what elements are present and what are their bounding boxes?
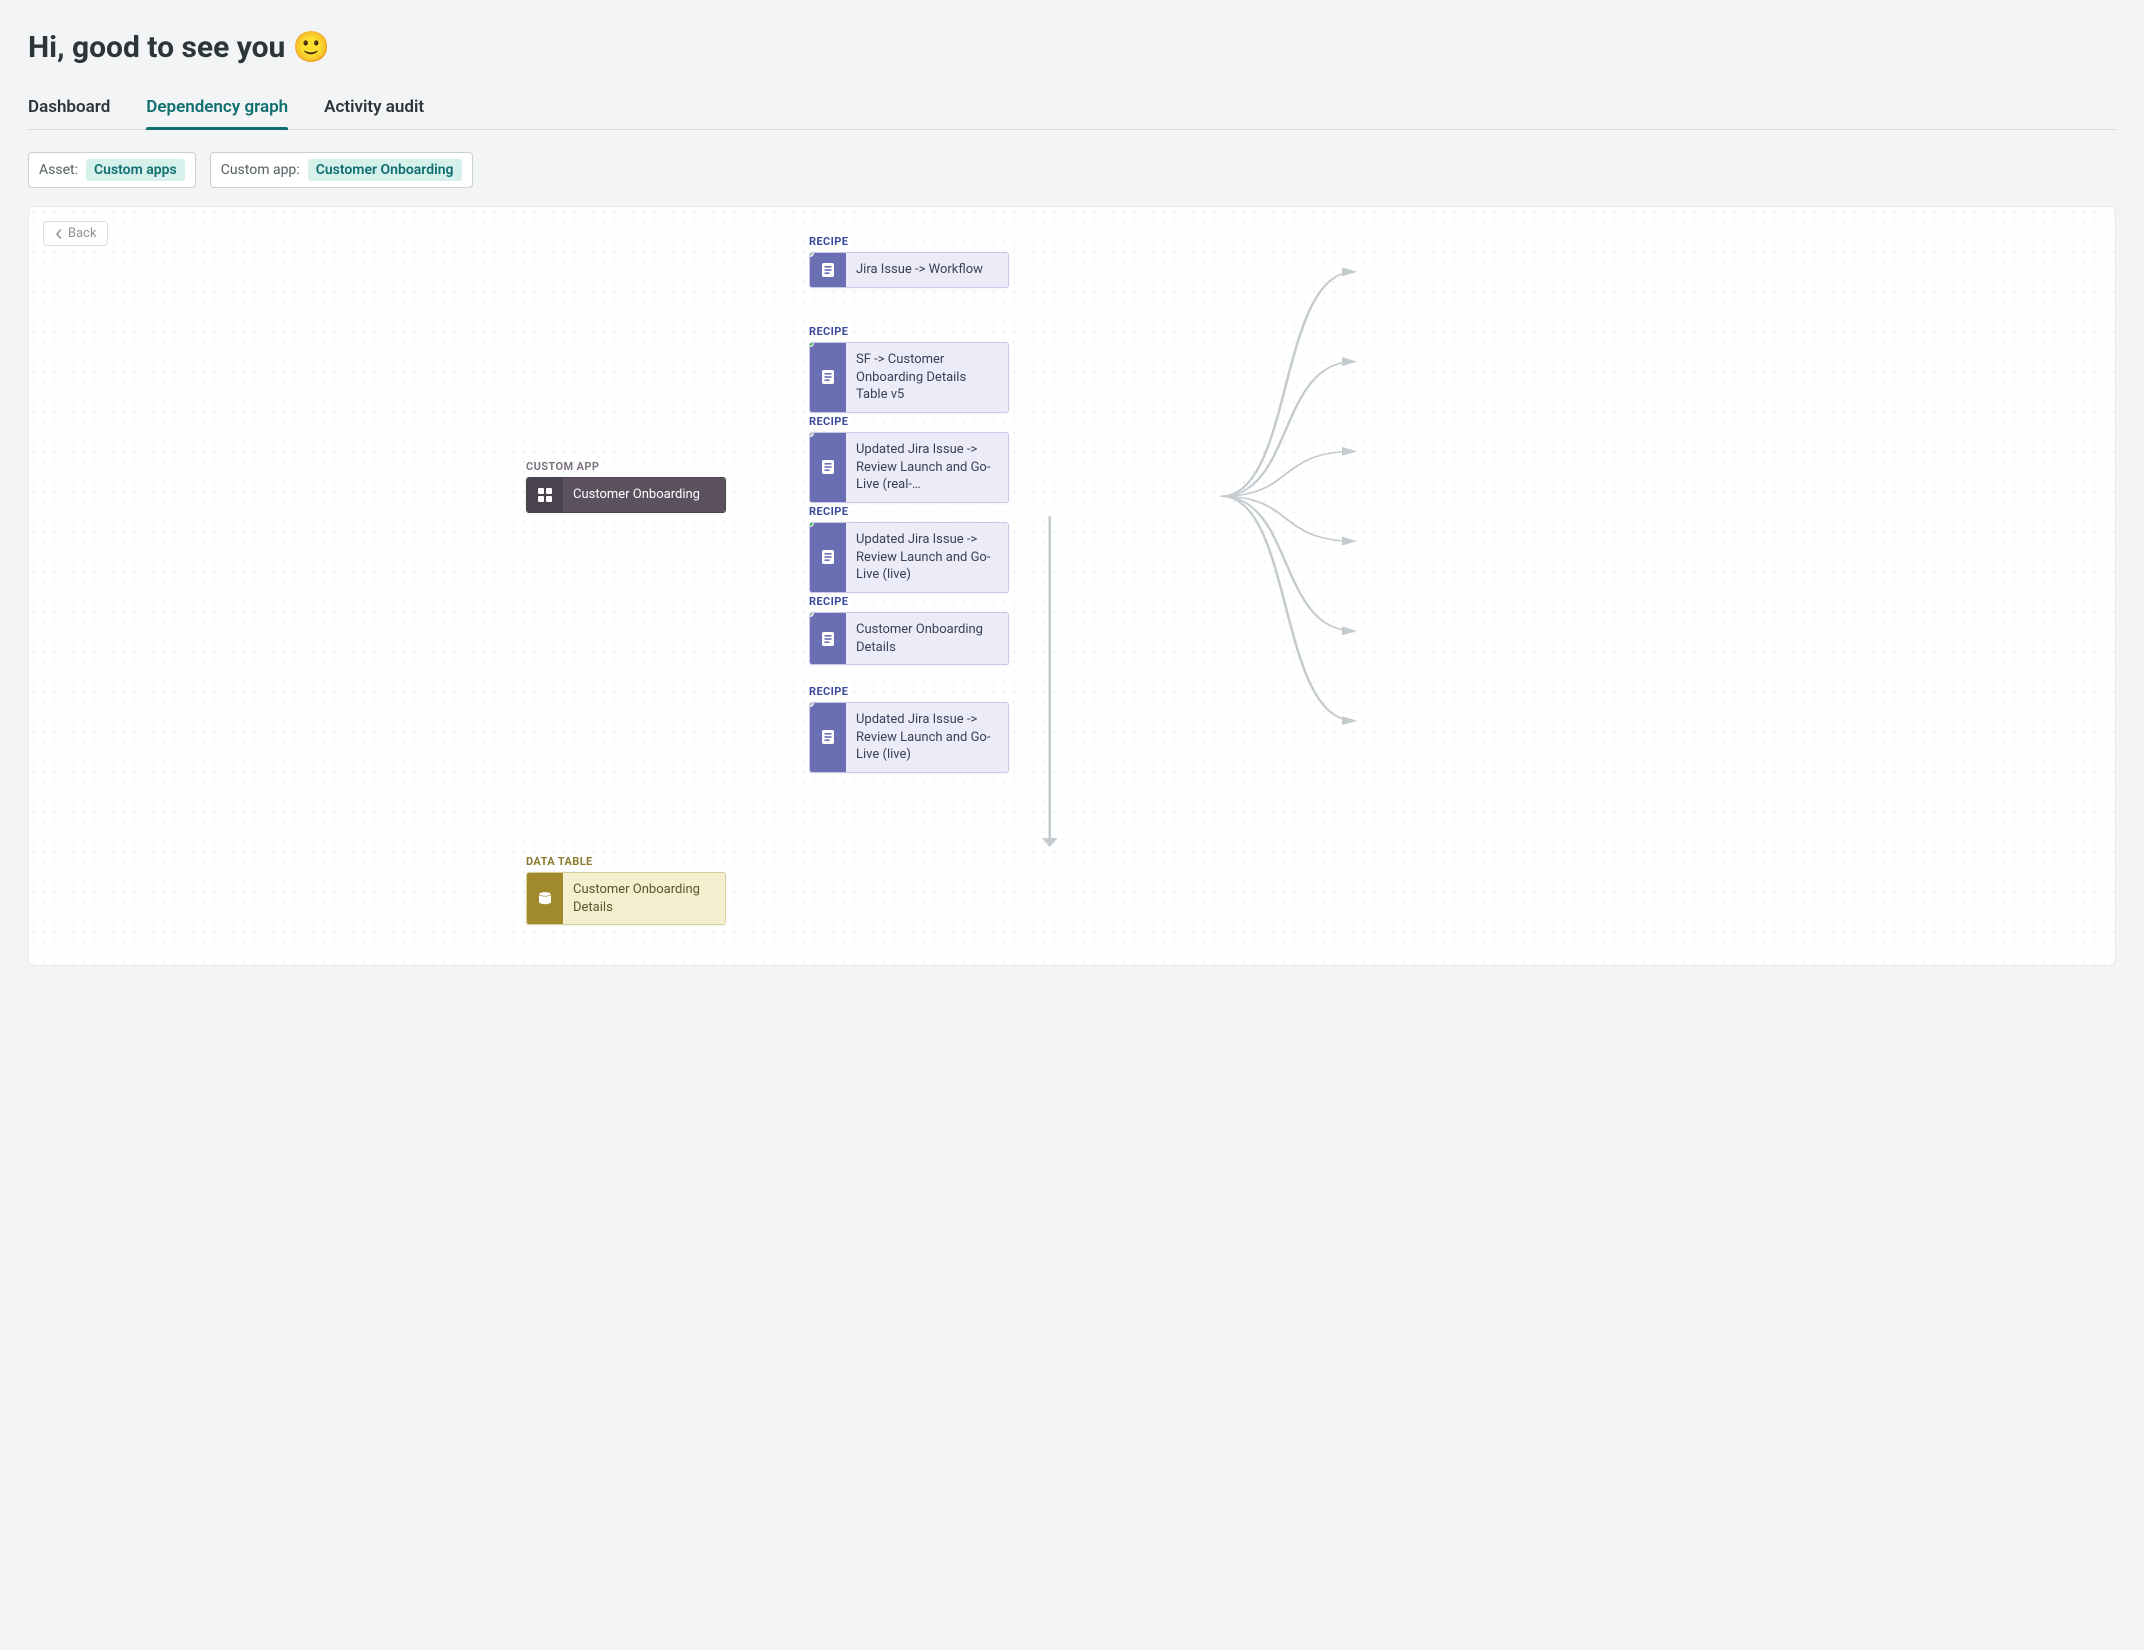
filter-asset-value: Custom apps	[86, 159, 185, 181]
recipe-icon	[810, 523, 846, 592]
node-title: Jira Issue -> Workflow	[856, 261, 983, 279]
node-title: Updated Jira Issue -> Review Launch and …	[856, 711, 998, 764]
node-title: Updated Jira Issue -> Review Launch and …	[856, 531, 998, 584]
node-recipe-4[interactable]: RECIPE Customer Onboarding Details	[809, 595, 1009, 665]
filter-custom-app-label: Custom app:	[221, 162, 300, 178]
recipe-icon	[810, 613, 846, 664]
tab-activity-audit[interactable]: Activity audit	[324, 93, 424, 129]
tab-bar: Dashboard Dependency graph Activity audi…	[28, 93, 2116, 130]
node-type-label: RECIPE	[809, 595, 1009, 608]
recipe-icon	[810, 433, 846, 502]
recipe-icon	[810, 253, 846, 287]
node-title: Customer Onboarding	[573, 486, 700, 504]
chevron-left-icon	[54, 229, 64, 239]
filter-bar: Asset: Custom apps Custom app: Customer …	[28, 152, 2116, 188]
node-recipe-1[interactable]: RECIPE SF -> Customer Onboarding Details…	[809, 325, 1009, 413]
connector-lines	[29, 207, 2115, 965]
recipe-icon	[810, 703, 846, 772]
filter-custom-app[interactable]: Custom app: Customer Onboarding	[210, 152, 473, 188]
node-type-label: RECIPE	[809, 505, 1009, 518]
node-recipe-0[interactable]: RECIPE Jira Issue -> Workflow	[809, 235, 1009, 288]
node-title: Customer Onboarding Details	[856, 621, 998, 656]
tab-dashboard[interactable]: Dashboard	[28, 93, 110, 129]
grid-app-icon	[527, 478, 563, 512]
node-title: Customer Onboarding Details	[573, 881, 715, 916]
node-custom-app[interactable]: CUSTOM APP Customer Onboarding	[526, 460, 726, 513]
recipe-icon	[810, 343, 846, 412]
dependency-canvas[interactable]: Back CUSTOM APP C	[28, 206, 2116, 966]
back-button[interactable]: Back	[43, 221, 108, 246]
filter-asset[interactable]: Asset: Custom apps	[28, 152, 196, 188]
node-type-label: RECIPE	[809, 415, 1009, 428]
node-data-table[interactable]: DATA TABLE Customer Onboarding Details	[526, 855, 726, 925]
back-button-label: Back	[68, 226, 97, 241]
node-recipe-3[interactable]: RECIPE Updated Jira Issue -> Review Laun…	[809, 505, 1009, 593]
node-type-label: RECIPE	[809, 235, 1009, 248]
filter-custom-app-value: Customer Onboarding	[308, 159, 462, 181]
node-recipe-5[interactable]: RECIPE Updated Jira Issue -> Review Laun…	[809, 685, 1009, 773]
node-title: SF -> Customer Onboarding Details Table …	[856, 351, 998, 404]
node-recipe-2[interactable]: RECIPE Updated Jira Issue -> Review Laun…	[809, 415, 1009, 503]
node-type-label: RECIPE	[809, 685, 1009, 698]
tab-dependency-graph[interactable]: Dependency graph	[146, 93, 288, 129]
node-type-label: CUSTOM APP	[526, 460, 726, 473]
node-title: Updated Jira Issue -> Review Launch and …	[856, 441, 998, 494]
node-type-label: DATA TABLE	[526, 855, 726, 868]
filter-asset-label: Asset:	[39, 162, 78, 178]
node-type-label: RECIPE	[809, 325, 1009, 338]
page-greeting: Hi, good to see you 🙂	[28, 30, 2116, 65]
database-icon	[527, 873, 563, 924]
